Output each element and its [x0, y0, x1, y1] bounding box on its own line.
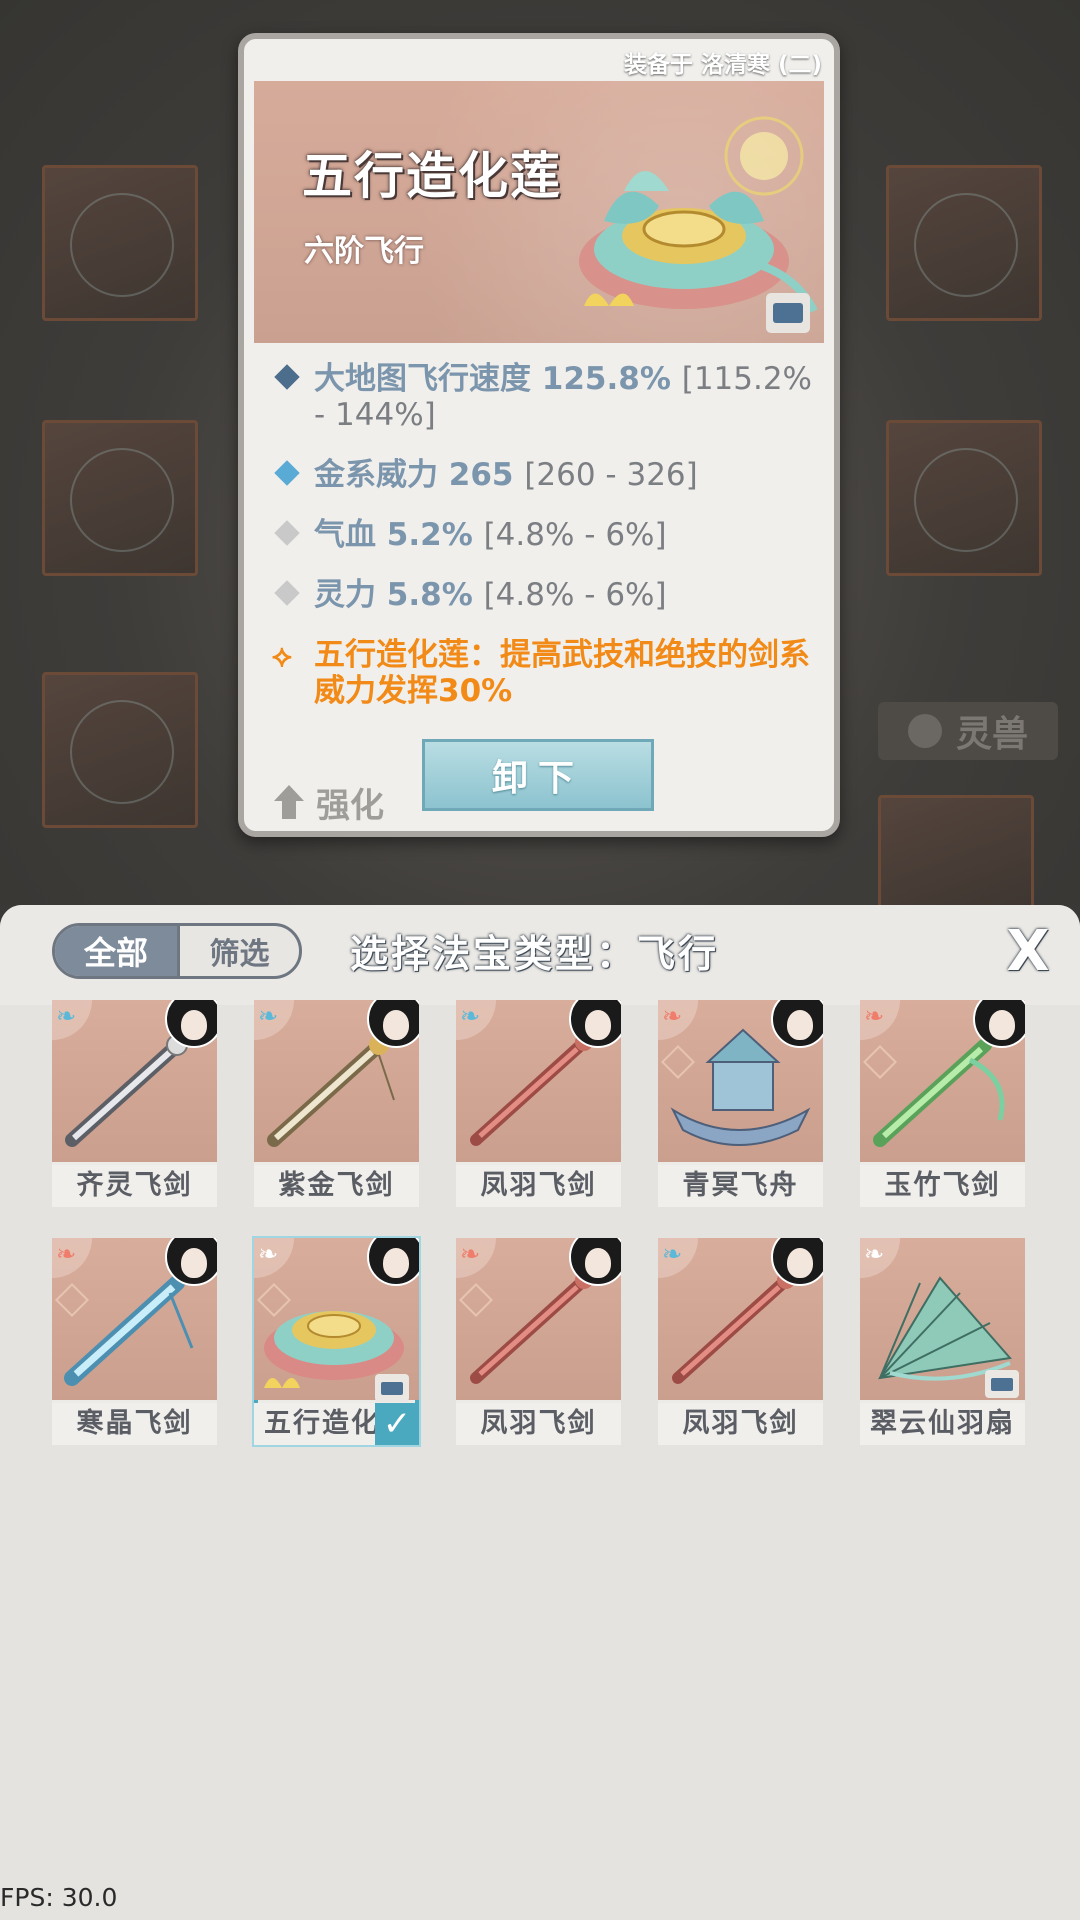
- item-card[interactable]: ❧ 翠云仙羽扇: [860, 1238, 1025, 1445]
- equip-slot-beast: [878, 795, 1034, 911]
- stat-row: 灵力 5.8% [4.8% - 6%]: [272, 577, 822, 613]
- item-card[interactable]: ❧ 紫金飞剑: [254, 1000, 419, 1207]
- item-card[interactable]: ❧ 凤羽飞剑: [456, 1238, 621, 1445]
- item-card[interactable]: ❧ 玉竹飞剑: [860, 1000, 1025, 1207]
- lock-icon: [985, 1370, 1019, 1398]
- fps-counter: FPS: 30.0: [0, 1883, 118, 1912]
- item-artwork: ❧: [456, 1238, 621, 1400]
- spirit-beast-tab: 灵兽: [878, 702, 1058, 760]
- item-label: 齐灵飞剑: [52, 1165, 217, 1207]
- check-icon: ✓: [375, 1403, 419, 1445]
- item-label: 寒晶飞剑: [52, 1403, 217, 1445]
- tab-filter[interactable]: 筛选: [180, 926, 299, 976]
- upgrade-button[interactable]: 强化: [274, 779, 384, 826]
- item-artwork: ❧: [254, 1000, 419, 1162]
- item-card[interactable]: ❧ 青冥飞舟: [658, 1000, 823, 1207]
- item-label: 紫金飞剑: [254, 1165, 419, 1207]
- unequip-button[interactable]: 卸下: [422, 739, 654, 811]
- element-icon: ⟡: [272, 639, 292, 674]
- panel-header: 全部 筛选 选择法宝类型：飞行 X: [0, 905, 1080, 1005]
- diamond-icon: [274, 520, 300, 546]
- item-label: 凤羽飞剑: [658, 1403, 823, 1445]
- equip-slot-armor: [42, 420, 198, 576]
- tab-all[interactable]: 全部: [55, 926, 180, 976]
- item-detail-popup: 五行造化莲 六阶飞行 装备于 洛清寒 (二) 大地图飞行速度 125.8% [1…: [238, 33, 840, 837]
- item-label: 翠云仙羽扇: [860, 1403, 1025, 1445]
- close-button[interactable]: X: [1003, 924, 1053, 980]
- equip-slot-boots: [42, 672, 198, 828]
- item-header: 五行造化莲 六阶飞行: [254, 81, 824, 343]
- special-effect: ⟡ 五行造化莲：提高武技和绝技的剑系威力发挥30%: [272, 637, 810, 709]
- item-artwork: ❧: [52, 1238, 217, 1400]
- item-artwork: ❧: [658, 1238, 823, 1400]
- item-artwork: ❧: [52, 1000, 217, 1162]
- stat-row: 金系威力 265 [260 - 326]: [272, 457, 822, 493]
- equipped-by-label: 装备于 洛清寒 (二): [623, 52, 822, 78]
- diamond-icon: [274, 460, 300, 486]
- item-card[interactable]: ❧ 五行造化莲 ✓: [254, 1238, 419, 1445]
- paw-icon: [907, 714, 942, 748]
- stat-row: 气血 5.2% [4.8% - 6%]: [272, 517, 822, 553]
- item-artwork: ❧: [658, 1000, 823, 1162]
- up-arrow-icon: [274, 785, 304, 819]
- item-artwork: ❧: [860, 1000, 1025, 1162]
- lock-icon: [766, 293, 810, 333]
- item-artwork: ❧: [456, 1000, 621, 1162]
- filter-toggle: 全部 筛选: [52, 923, 302, 979]
- equip-slot-weapon: [42, 165, 198, 321]
- equip-slot-bag: [886, 165, 1042, 321]
- diamond-icon: [274, 364, 300, 390]
- diamond-icon: [274, 580, 300, 606]
- lock-icon: [375, 1374, 409, 1402]
- item-label: 凤羽飞剑: [456, 1403, 621, 1445]
- treasure-select-panel: 全部 筛选 选择法宝类型：飞行 X ❧ 齐灵飞剑 ❧ 紫金飞剑 ❧ 凤羽飞剑 ❧ 青冥飞舟 ❧ 玉…: [0, 905, 1080, 1920]
- item-grade: 六阶飞行: [304, 234, 424, 269]
- item-card[interactable]: ❧ 凤羽飞剑: [658, 1238, 823, 1445]
- equip-slot-drum: [886, 420, 1042, 576]
- item-name: 五行造化莲: [302, 147, 562, 205]
- item-label: 凤羽飞剑: [456, 1165, 621, 1207]
- item-label: 青冥飞舟: [658, 1165, 823, 1207]
- item-card[interactable]: ❧ 齐灵飞剑: [52, 1000, 217, 1207]
- item-label: 玉竹飞剑: [860, 1165, 1025, 1207]
- panel-title: 选择法宝类型：飞行: [350, 932, 720, 976]
- stat-row: 大地图飞行速度 125.8% [115.2% - 144%]: [272, 361, 822, 433]
- item-stats: 大地图飞行速度 125.8% [115.2% - 144%] 金系威力 265 …: [272, 361, 822, 733]
- item-card[interactable]: ❧ 寒晶飞剑: [52, 1238, 217, 1445]
- item-card[interactable]: ❧ 凤羽飞剑: [456, 1000, 621, 1207]
